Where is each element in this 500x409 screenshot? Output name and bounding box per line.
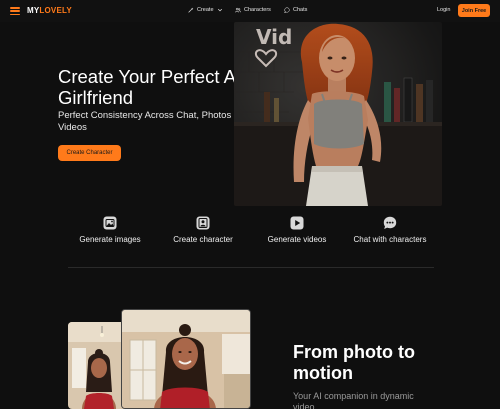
hero-subtitle: Perfect Consistency Across Chat, Photos … xyxy=(58,110,241,133)
motion-section-title: From photo to motion xyxy=(293,342,415,383)
hero-title: Create Your Perfect AI Girlfriend xyxy=(58,66,242,108)
people-icon xyxy=(235,7,241,13)
photo-illustration-front xyxy=(122,310,250,408)
nav-create-label: Create xyxy=(197,7,214,13)
top-nav: MYLOVELY Create Characters Chats Login J… xyxy=(0,0,500,22)
feature-chat-with-characters[interactable]: Chat with characters xyxy=(350,216,430,245)
image-icon xyxy=(103,216,117,230)
chat-bubble-icon xyxy=(383,216,397,229)
nav-chats[interactable]: Chats xyxy=(284,7,307,13)
feature-create-character[interactable]: Create character xyxy=(163,216,243,245)
wand-icon xyxy=(188,7,194,13)
nav-chats-label: Chats xyxy=(293,7,308,13)
logo-lovely: LOVELY xyxy=(39,6,72,15)
hero-illustration: Vid xyxy=(234,22,442,206)
menu-icon[interactable] xyxy=(10,7,20,15)
chevron-down-icon xyxy=(217,8,222,12)
feature-label: Generate videos xyxy=(267,235,327,244)
nav-create[interactable]: Create xyxy=(188,7,223,13)
play-icon xyxy=(290,216,304,230)
feature-label: Create character xyxy=(173,235,233,244)
motion-section-subtitle: Your AI companion in dynamic video xyxy=(293,391,414,409)
join-free-button[interactable]: Join Free xyxy=(458,4,490,17)
create-character-button[interactable]: Create Character xyxy=(58,145,121,161)
nav-characters[interactable]: Characters xyxy=(235,7,271,13)
nav-characters-label: Characters xyxy=(244,7,271,13)
logo-my: MY xyxy=(27,6,40,15)
person-card-icon xyxy=(196,216,210,230)
feature-label: Chat with characters xyxy=(353,235,427,244)
feature-generate-images[interactable]: Generate images xyxy=(70,216,150,245)
photo-card-front xyxy=(121,309,251,409)
login-link[interactable]: Login xyxy=(437,7,450,13)
feature-generate-videos[interactable]: Generate videos xyxy=(257,216,337,245)
logo[interactable]: MYLOVELY xyxy=(27,6,72,15)
feature-label: Generate images xyxy=(79,235,141,244)
hero-image: Vid xyxy=(234,22,442,206)
chat-icon xyxy=(284,7,290,13)
section-divider xyxy=(68,267,434,268)
